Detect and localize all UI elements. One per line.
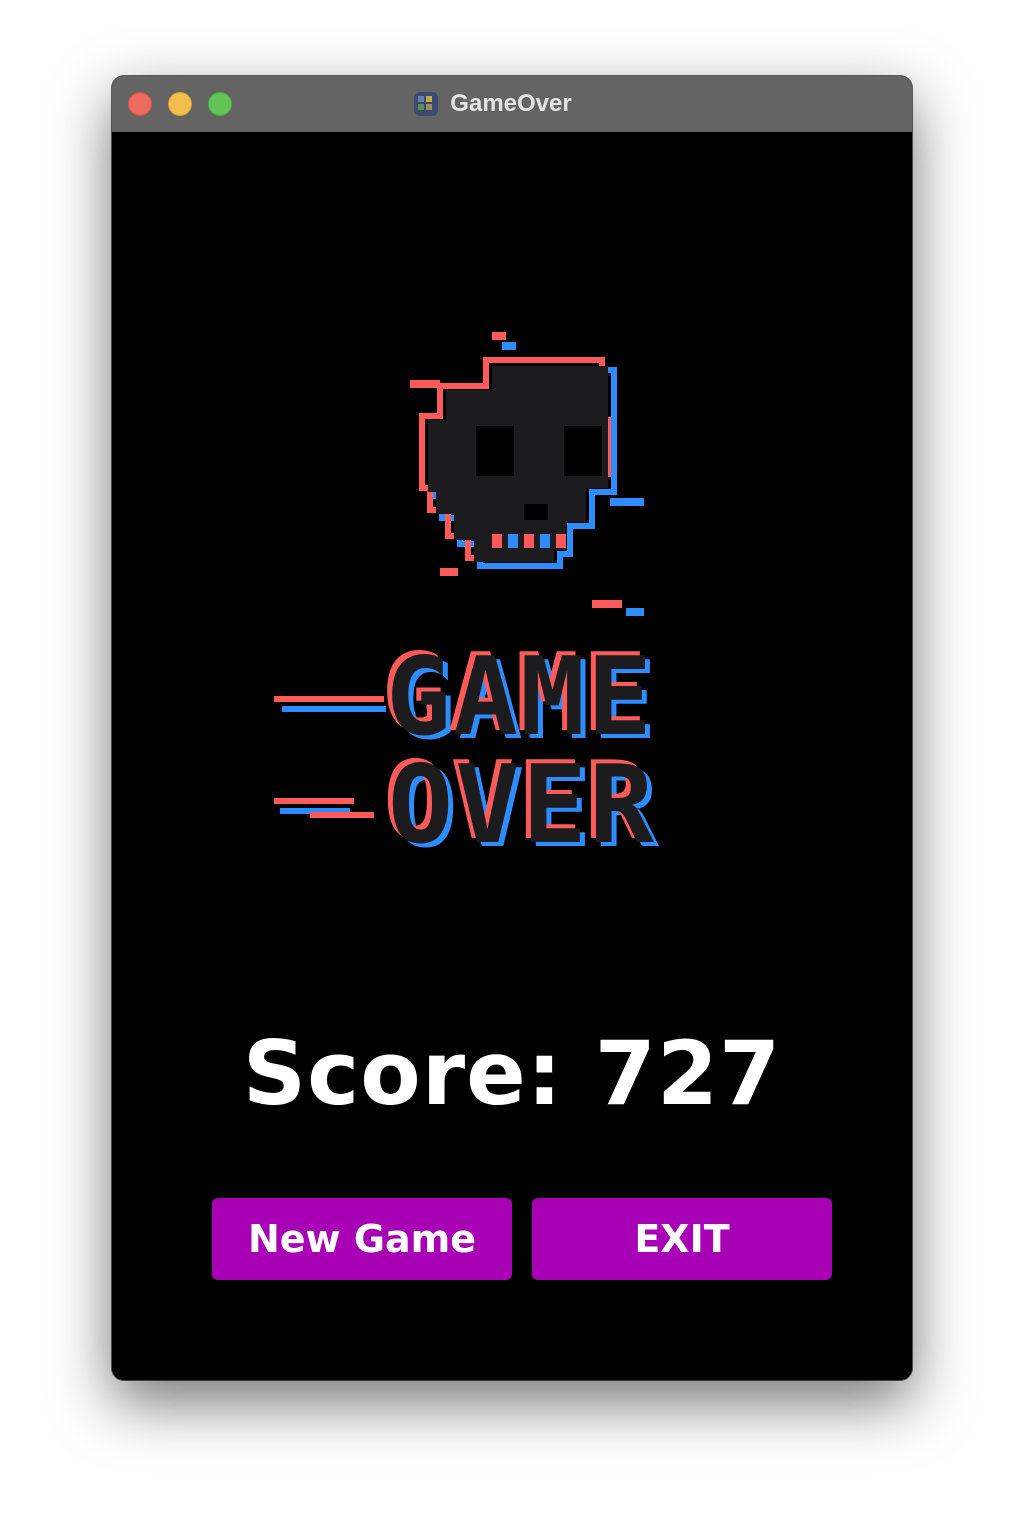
exit-button-label: EXIT (634, 1217, 730, 1261)
over-text: OVER (387, 743, 657, 868)
game-over-screen: GAME GAME GAME OVER OVER OVER Score: 727… (112, 132, 912, 1380)
game-over-window: GameOver GAME GAME GAME OVER OVER OVER S… (112, 76, 912, 1380)
title-bar[interactable]: GameOver (112, 76, 912, 133)
game-app-icon (414, 92, 439, 116)
game-text: GAME (385, 635, 655, 760)
score-label: Score: 727 (242, 1022, 782, 1125)
pixel-skull-icon (410, 332, 644, 616)
new-game-button[interactable]: New Game (212, 1198, 512, 1280)
title-wrap: GameOver (112, 76, 912, 132)
new-game-button-label: New Game (247, 1217, 477, 1261)
exit-button[interactable]: EXIT (532, 1198, 832, 1280)
window-title: GameOver (450, 90, 572, 117)
